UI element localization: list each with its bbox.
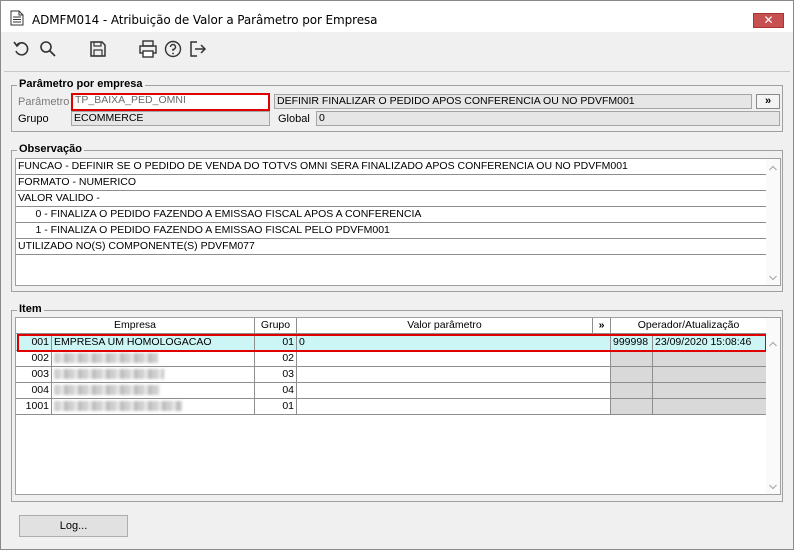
row-empresa-redacted	[52, 367, 255, 383]
row-grupo: 01	[255, 399, 297, 415]
global-label: Global	[278, 113, 310, 125]
row-grupo: 04	[255, 383, 297, 399]
observacao-scrollbar[interactable]	[766, 159, 780, 285]
item-group-title: Item	[17, 303, 44, 315]
row-operador: 999998	[611, 335, 653, 351]
main-window: ADMFM014 - Atribuição de Valor a Parâmet…	[0, 0, 794, 550]
scroll-down-icon[interactable]	[769, 484, 777, 492]
row-grupo: 01	[255, 335, 297, 351]
observacao-line: FUNCAO - DEFINIR SE O PEDIDO DE VENDA DO…	[16, 159, 767, 175]
document-icon	[10, 10, 24, 26]
parametro-expand-button[interactable]: »	[756, 94, 780, 109]
row-data	[653, 351, 767, 367]
column-header-operador[interactable]: Operador/Atualização	[611, 318, 767, 334]
row-data	[653, 383, 767, 399]
column-header-empresa[interactable]: Empresa	[16, 318, 255, 334]
row-empresa-redacted	[52, 383, 255, 399]
row-code: 002	[16, 351, 52, 367]
row-code: 004	[16, 383, 52, 399]
redacted-text	[54, 385, 160, 396]
observacao-line: UTILIZADO NO(S) COMPONENTE(S) PDVFM077	[16, 239, 767, 255]
row-empresa-redacted	[52, 351, 255, 367]
row-valor[interactable]	[297, 351, 611, 367]
scroll-up-icon[interactable]	[769, 341, 777, 349]
row-data	[653, 399, 767, 415]
parametro-field[interactable]: TP_BAIXA_PED_OMNI	[71, 93, 270, 111]
observacao-line: VALOR VALIDO -	[16, 191, 767, 207]
row-code: 003	[16, 367, 52, 383]
column-header-valor[interactable]: Valor parâmetro	[297, 318, 593, 334]
row-operador	[611, 367, 653, 383]
item-grid: Empresa Grupo Valor parâmetro » Operador…	[15, 317, 781, 495]
observacao-group-title: Observação	[17, 143, 84, 155]
row-valor[interactable]	[297, 367, 611, 383]
parametro-description-field: DEFINIR FINALIZAR O PEDIDO APOS CONFEREN…	[274, 94, 752, 109]
scroll-up-icon[interactable]	[769, 165, 777, 173]
grupo-field: ECOMMERCE	[71, 111, 270, 126]
log-button[interactable]: Log...	[19, 515, 128, 537]
observacao-line: FORMATO - NUMERICO	[16, 175, 767, 191]
row-valor[interactable]	[297, 399, 611, 415]
row-grupo: 03	[255, 367, 297, 383]
help-icon[interactable]	[163, 39, 183, 59]
save-icon[interactable]	[88, 39, 108, 59]
title-bar: ADMFM014 - Atribuição de Valor a Parâmet…	[1, 1, 793, 32]
row-valor[interactable]: 0	[297, 335, 611, 351]
parametro-group-title: Parâmetro por empresa	[17, 78, 145, 90]
toolbar-divider	[4, 71, 790, 72]
redacted-text	[54, 369, 164, 380]
search-icon[interactable]	[38, 39, 58, 59]
row-code: 1001	[16, 399, 52, 415]
row-code: 001	[16, 335, 52, 351]
grupo-label: Grupo	[18, 113, 49, 125]
row-data	[653, 367, 767, 383]
row-grupo: 02	[255, 351, 297, 367]
row-empresa-redacted	[52, 399, 255, 415]
row-data: 23/09/2020 15:08:46	[653, 335, 767, 351]
parametro-label: Parâmetro	[18, 96, 70, 108]
undo-icon[interactable]	[12, 39, 32, 59]
row-empresa: EMPRESA UM HOMOLOGACAO	[52, 335, 255, 351]
row-operador	[611, 351, 653, 367]
redacted-text	[54, 353, 158, 364]
toolbar	[1, 34, 793, 64]
observacao-line: 0 - FINALIZA O PEDIDO FAZENDO A EMISSAO …	[16, 207, 767, 223]
column-expand-button[interactable]: »	[593, 318, 611, 334]
observacao-line: 1 - FINALIZA O PEDIDO FAZENDO A EMISSAO …	[16, 223, 767, 239]
row-operador	[611, 399, 653, 415]
print-icon[interactable]	[138, 39, 158, 59]
observacao-list[interactable]: FUNCAO - DEFINIR SE O PEDIDO DE VENDA DO…	[15, 158, 781, 286]
global-field: 0	[316, 111, 780, 126]
close-button[interactable]: ✕	[753, 13, 784, 28]
redacted-text	[54, 401, 182, 412]
item-scrollbar[interactable]	[766, 318, 780, 494]
scroll-down-icon[interactable]	[769, 275, 777, 283]
window-title: ADMFM014 - Atribuição de Valor a Parâmet…	[32, 13, 378, 27]
row-valor[interactable]	[297, 383, 611, 399]
row-operador	[611, 383, 653, 399]
exit-icon[interactable]	[188, 39, 208, 59]
column-header-grupo[interactable]: Grupo	[255, 318, 297, 334]
